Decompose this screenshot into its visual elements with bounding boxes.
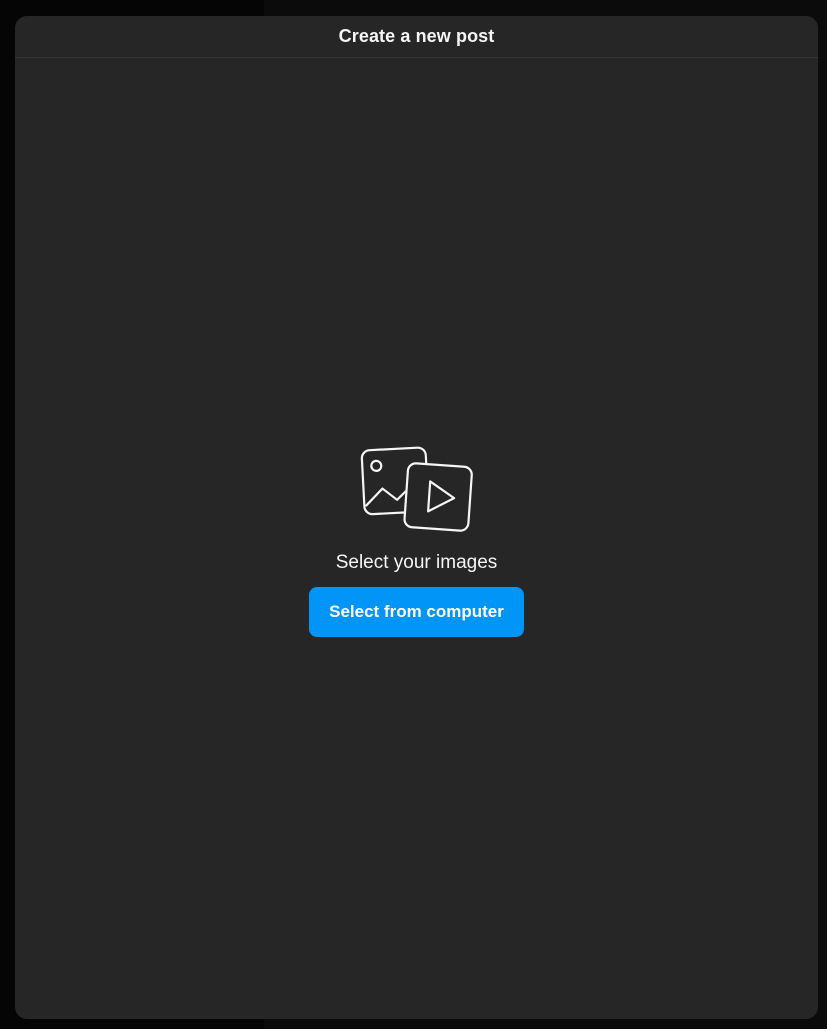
create-post-dialog: Create a new post Select your images Sel…	[15, 16, 818, 1019]
select-from-computer-button[interactable]: Select from computer	[309, 587, 524, 637]
dialog-body[interactable]: Select your images Select from computer	[15, 58, 818, 1019]
photo-video-icon	[360, 446, 473, 532]
dialog-title: Create a new post	[338, 26, 495, 46]
dialog-header: Create a new post	[15, 16, 818, 58]
upload-prompt: Select your images	[335, 552, 498, 573]
upload-area: Select your images Select from computer	[15, 444, 818, 637]
